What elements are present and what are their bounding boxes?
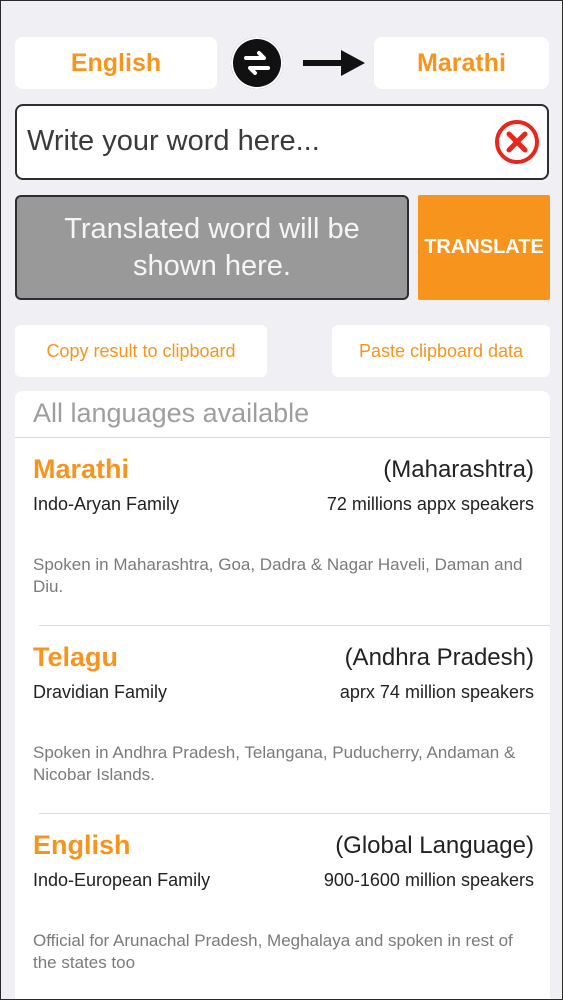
language-name: Telagu bbox=[33, 642, 119, 672]
copy-result-button[interactable]: Copy result to clipboard bbox=[15, 325, 267, 377]
target-language-button[interactable]: Marathi bbox=[374, 37, 549, 89]
swap-icon bbox=[244, 51, 270, 75]
list-item[interactable]: Marathi (Maharashtra) Indo-Aryan Family … bbox=[15, 438, 550, 626]
paste-clipboard-label: Paste clipboard data bbox=[358, 340, 524, 361]
word-input-container bbox=[15, 104, 549, 180]
clear-circle-x-icon[interactable] bbox=[493, 118, 541, 166]
language-family: Indo-Aryan Family bbox=[33, 494, 180, 514]
language-name: Marathi bbox=[33, 454, 130, 484]
language-speakers: 72 millions appx speakers bbox=[326, 494, 534, 514]
languages-list-header: All languages available bbox=[15, 391, 550, 438]
list-item[interactable]: Telagu (Andhra Pradesh) Dravidian Family… bbox=[15, 626, 550, 814]
translator-screen: English Marathi Translated word will be … bbox=[0, 0, 563, 1000]
translate-button-label: TRANSLATE bbox=[424, 236, 544, 258]
translate-button[interactable]: TRANSLATE bbox=[418, 195, 550, 300]
languages-list: All languages available Marathi (Maharas… bbox=[15, 391, 550, 999]
language-description: Official for Arunachal Pradesh, Meghalay… bbox=[33, 931, 513, 972]
word-input[interactable] bbox=[25, 116, 489, 166]
arrow-right-icon bbox=[303, 50, 365, 76]
source-language-button[interactable]: English bbox=[15, 37, 217, 89]
paste-clipboard-button[interactable]: Paste clipboard data bbox=[332, 325, 550, 377]
language-region: (Global Language) bbox=[335, 832, 534, 859]
language-family: Indo-European Family bbox=[33, 870, 211, 890]
language-speakers: aprx 74 million speakers bbox=[339, 682, 534, 702]
language-region: (Andhra Pradesh) bbox=[344, 644, 534, 671]
list-item[interactable]: English (Global Language) Indo-European … bbox=[15, 814, 550, 999]
language-description: Spoken in Maharashtra, Goa, Dadra & Naga… bbox=[33, 555, 523, 596]
language-region: (Maharashtra) bbox=[383, 456, 534, 483]
translation-result-text: Translated word will be shown here. bbox=[64, 212, 360, 282]
language-name: English bbox=[33, 830, 131, 860]
swap-languages-button[interactable] bbox=[231, 37, 283, 89]
source-language-label: English bbox=[70, 48, 162, 77]
translation-result: Translated word will be shown here. bbox=[15, 195, 409, 300]
language-speakers: 900-1600 million speakers bbox=[323, 870, 534, 890]
target-language-label: Marathi bbox=[417, 48, 506, 77]
language-family: Dravidian Family bbox=[33, 682, 168, 702]
language-description: Spoken in Andhra Pradesh, Telangana, Pud… bbox=[33, 743, 516, 784]
copy-result-label: Copy result to clipboard bbox=[46, 340, 236, 361]
